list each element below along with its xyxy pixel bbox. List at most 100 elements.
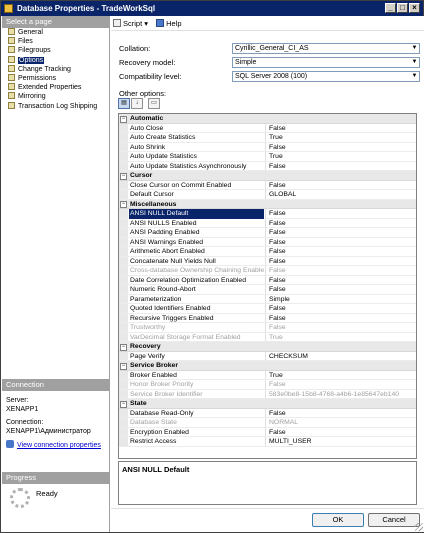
page-item-extended-properties[interactable]: Extended Properties	[2, 83, 109, 92]
maximize-button[interactable]: □	[397, 3, 408, 13]
row-gutter	[119, 266, 128, 275]
ok-button[interactable]: OK	[312, 513, 364, 527]
property-value[interactable]: False	[265, 161, 416, 170]
property-row[interactable]: Auto Update Statistics Asynchronously Fal…	[119, 161, 416, 171]
property-row[interactable]: ANSI NULLS Enabled False	[119, 218, 416, 228]
category-row[interactable]: − Cursor	[119, 171, 416, 181]
property-value[interactable]: True	[265, 152, 416, 161]
property-row[interactable]: Date Correlation Optimization Enabled Fal…	[119, 275, 416, 285]
property-value[interactable]: False	[265, 180, 416, 189]
property-row[interactable]: Encryption Enabled False	[119, 427, 416, 437]
collapse-icon[interactable]: −	[120, 400, 127, 408]
page-item-filegroups[interactable]: Filegroups	[2, 46, 109, 55]
property-row[interactable]: ANSI NULL Default False	[119, 209, 416, 219]
resize-grip-icon[interactable]	[415, 523, 423, 531]
property-row[interactable]: VarDecimal Storage Format Enabled True	[119, 332, 416, 342]
property-value[interactable]: False	[265, 247, 416, 256]
collapse-icon[interactable]: −	[120, 362, 127, 370]
property-value[interactable]: False	[265, 408, 416, 417]
property-row[interactable]: Cross-database Ownership Chaining Enable…	[119, 266, 416, 276]
property-row[interactable]: Default Cursor GLOBAL	[119, 190, 416, 200]
property-row[interactable]: Database Read-Only False	[119, 408, 416, 418]
property-row[interactable]: Page Verify CHECKSUM	[119, 351, 416, 361]
collapse-icon[interactable]: −	[120, 201, 127, 208]
help-icon	[156, 19, 165, 27]
property-row[interactable]: Broker Enabled True	[119, 370, 416, 380]
property-row[interactable]: Auto Close False	[119, 123, 416, 133]
page-item-mirroring[interactable]: Mirroring	[2, 92, 109, 101]
category-row[interactable]: − Service Broker	[119, 361, 416, 371]
property-value[interactable]: False	[265, 285, 416, 294]
property-value[interactable]: CHECKSUM	[265, 351, 416, 360]
property-value[interactable]: False	[265, 209, 416, 218]
page-item-transaction-log-shipping[interactable]: Transaction Log Shipping	[2, 101, 109, 111]
page-item-files[interactable]: Files	[2, 37, 109, 46]
property-value[interactable]: False	[265, 218, 416, 227]
view-connection-properties[interactable]: View connection properties	[6, 440, 105, 450]
category-row[interactable]: − Automatic	[119, 114, 416, 124]
property-row[interactable]: Quoted Identifiers Enabled False	[119, 304, 416, 314]
options-property-grid[interactable]: − Automatic Auto Close False Auto Create Sta…	[118, 113, 417, 459]
page-item-change-tracking[interactable]: Change Tracking	[2, 64, 109, 74]
property-value[interactable]: False	[265, 142, 416, 151]
property-row[interactable]: Auto Update Statistics True	[119, 152, 416, 162]
property-value[interactable]: False	[265, 275, 416, 284]
property-row[interactable]: Auto Shrink False	[119, 142, 416, 152]
property-row[interactable]: Auto Create Statistics True	[119, 133, 416, 143]
row-gutter	[119, 180, 128, 189]
property-value[interactable]: MULTI_USER	[265, 437, 416, 446]
collapse-icon[interactable]: −	[120, 343, 127, 351]
property-row[interactable]: Restrict Access MULTI_USER	[119, 437, 416, 447]
property-value[interactable]: False	[265, 256, 416, 265]
view-connection-properties-link[interactable]: View connection properties	[17, 442, 101, 449]
property-value[interactable]: True	[265, 370, 416, 379]
collation-select[interactable]: Cyrillic_General_CI_AS ▼	[232, 43, 420, 54]
property-value[interactable]: False	[265, 313, 416, 322]
minimize-button[interactable]: _	[385, 3, 396, 13]
property-row[interactable]: Trustworthy False	[119, 323, 416, 333]
compatibility-level-select[interactable]: SQL Server 2008 (100) ▼	[232, 71, 420, 82]
help-button[interactable]: Help	[156, 16, 182, 31]
property-value[interactable]: Simple	[265, 294, 416, 303]
category-row[interactable]: − State	[119, 399, 416, 409]
property-row[interactable]: Concatenate Null Yields Null False	[119, 256, 416, 266]
close-button[interactable]: ×	[409, 3, 420, 13]
collapse-icon[interactable]: −	[120, 115, 127, 123]
property-row[interactable]: Recursive Triggers Enabled False	[119, 313, 416, 323]
property-pages-button[interactable]: ▭	[148, 98, 160, 109]
page-item-permissions[interactable]: Permissions	[2, 73, 109, 83]
collation-value: Cyrillic_General_CI_AS	[235, 45, 309, 52]
property-value[interactable]: True	[265, 133, 416, 142]
category-row[interactable]: − Recovery	[119, 342, 416, 352]
property-value[interactable]: GLOBAL	[265, 190, 416, 199]
page-item-general[interactable]: General	[2, 28, 109, 37]
property-row[interactable]: Database State NORMAL	[119, 418, 416, 428]
property-value[interactable]: False	[265, 123, 416, 132]
property-name: Default Cursor	[130, 191, 174, 198]
row-gutter	[119, 294, 128, 303]
page-item-options[interactable]: Options	[2, 55, 109, 65]
property-row[interactable]: Service Broker Identifier 583e0be8-15b8-4…	[119, 389, 416, 399]
property-row[interactable]: Parameterization Simple	[119, 294, 416, 304]
page-item-label: Change Tracking	[18, 65, 71, 73]
property-row[interactable]: Honor Broker Priority False	[119, 380, 416, 390]
category-row[interactable]: − Miscellaneous	[119, 199, 416, 209]
select-page-header: Select a page	[2, 16, 109, 28]
property-value[interactable]: False	[265, 237, 416, 246]
property-value[interactable]: False	[265, 228, 416, 237]
property-row[interactable]: ANSI Padding Enabled False	[119, 228, 416, 238]
chevron-down-icon: ▼	[411, 45, 418, 51]
property-value[interactable]: False	[265, 427, 416, 436]
property-row[interactable]: Arithmetic Abort Enabled False	[119, 247, 416, 257]
alphabetical-sort-button[interactable]: ↓	[131, 98, 143, 109]
property-row[interactable]: ANSI Warnings Enabled False	[119, 237, 416, 247]
property-row[interactable]: Close Cursor on Commit Enabled False	[119, 180, 416, 190]
script-button[interactable]: Script ▾	[113, 16, 148, 31]
cancel-button[interactable]: Cancel	[368, 513, 420, 527]
property-value[interactable]: False	[265, 304, 416, 313]
recovery-model-select[interactable]: Simple ▼	[232, 57, 420, 68]
property-row[interactable]: Numeric Round-Abort False	[119, 285, 416, 295]
collapse-icon[interactable]: −	[120, 172, 127, 180]
description-title: ANSI NULL Default	[122, 465, 190, 474]
categorized-sort-button[interactable]: ▤	[118, 98, 130, 109]
